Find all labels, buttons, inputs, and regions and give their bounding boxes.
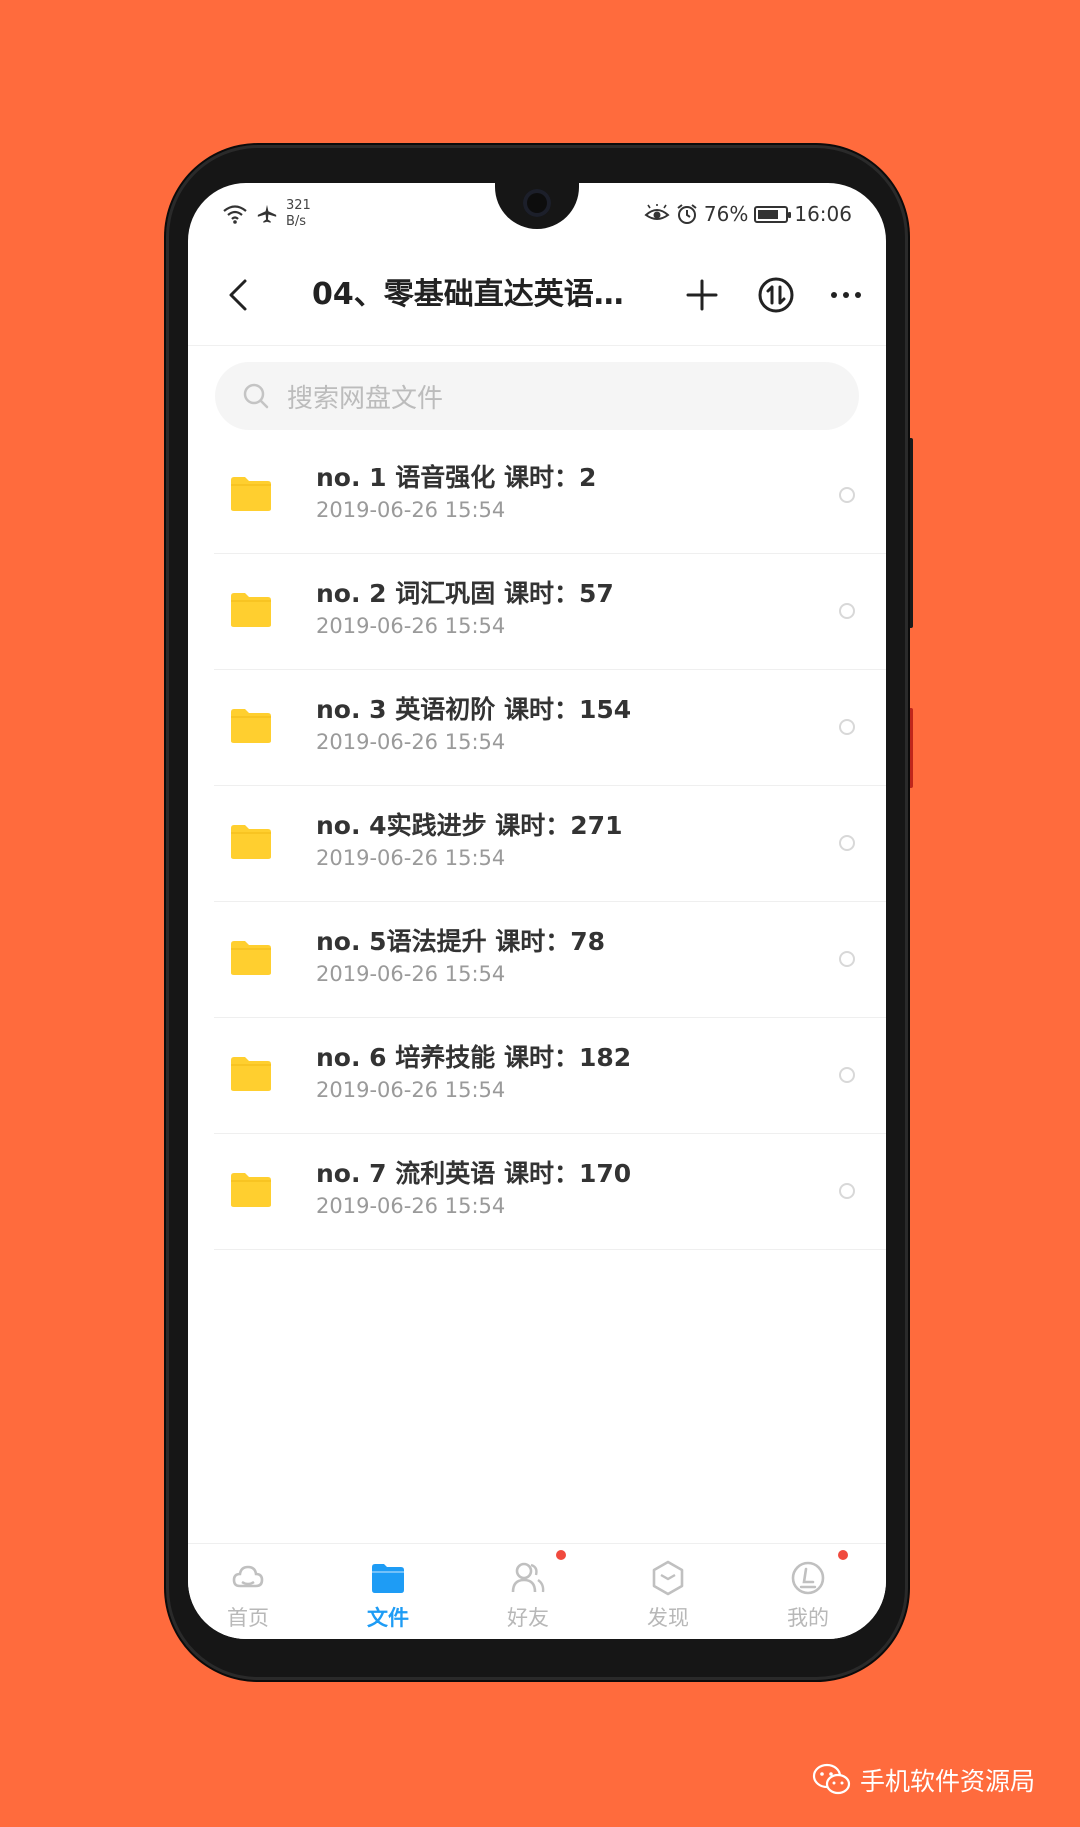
folder-icon	[231, 709, 271, 743]
folder-icon	[231, 1057, 271, 1091]
select-checkbox[interactable]	[839, 951, 855, 967]
file-name: no. 5语法提升 课时：78	[316, 927, 606, 956]
cloud-icon	[232, 1565, 264, 1588]
battery-fill	[758, 209, 779, 219]
page-title: 04、零基础直达英语六...	[312, 277, 652, 312]
tab-label: 我的	[787, 1606, 829, 1630]
file-name: no. 2 词汇巩固 课时：57	[316, 579, 614, 608]
search-placeholder: 搜索网盘文件	[287, 383, 444, 414]
wechat-icon	[812, 1763, 851, 1795]
search-icon	[243, 383, 269, 409]
folder-icon	[231, 825, 271, 859]
select-checkbox[interactable]	[839, 835, 855, 851]
select-checkbox[interactable]	[839, 1183, 855, 1199]
more-icon[interactable]	[824, 273, 868, 317]
net-speed-value: 321	[286, 198, 311, 213]
folder-icon	[231, 941, 271, 975]
header: 04、零基础直达英语六...	[188, 245, 886, 346]
select-checkbox[interactable]	[839, 603, 855, 619]
friends-icon	[511, 1562, 545, 1593]
clock: 16:06	[794, 202, 852, 226]
tab-label: 首页	[227, 1606, 269, 1630]
alarm-icon	[677, 204, 697, 224]
file-name: no. 7 流利英语 课时：170	[316, 1159, 632, 1188]
file-name: no. 1 语音强化 课时：2	[316, 463, 597, 492]
file-date: 2019-06-26 15:54	[316, 730, 506, 754]
folder-icon	[231, 477, 271, 511]
file-list: no. 1 语音强化 课时：2 2019-06-26 15:54 no. 2 词汇巩…	[188, 438, 886, 1250]
search-input[interactable]: 搜索网盘文件	[215, 362, 859, 430]
watermark-text: 手机软件资源局	[860, 1767, 1036, 1796]
file-name: no. 6 培养技能 课时：182	[316, 1043, 632, 1072]
folder-icon	[231, 1173, 271, 1207]
list-item[interactable]: no. 5语法提升 课时：78 2019-06-26 15:54	[188, 902, 886, 1018]
notification-dot	[838, 1550, 848, 1560]
transfer-icon[interactable]	[754, 273, 798, 317]
status-bar-left: 321 B/s	[222, 193, 311, 235]
back-icon[interactable]	[218, 273, 262, 317]
profile-icon	[791, 1561, 825, 1595]
battery-icon	[754, 205, 792, 223]
add-icon[interactable]	[680, 273, 724, 317]
file-date: 2019-06-26 15:54	[316, 614, 506, 638]
tab-friends[interactable]: 好友	[458, 1544, 598, 1639]
select-checkbox[interactable]	[839, 719, 855, 735]
select-checkbox[interactable]	[839, 487, 855, 503]
list-item[interactable]: no. 4实践进步 课时：271 2019-06-26 15:54	[188, 786, 886, 902]
notch	[495, 183, 579, 229]
folder-icon	[231, 593, 271, 627]
list-item[interactable]: no. 6 培养技能 课时：182 2019-06-26 15:54	[188, 1018, 886, 1134]
wifi-icon	[223, 205, 247, 224]
phone-screen: 321 B/s 76% 16:06 04、零基础直达英语六... 搜索网盘文件 …	[188, 183, 886, 1639]
folder-icon	[372, 1564, 404, 1593]
net-speed: 321 B/s	[286, 198, 311, 230]
front-camera	[523, 189, 551, 217]
file-date: 2019-06-26 15:54	[316, 498, 506, 522]
airplane-icon	[257, 204, 277, 223]
battery-percent: 76%	[703, 202, 749, 226]
eye-comfort-icon	[644, 204, 670, 220]
file-name: no. 4实践进步 课时：271	[316, 811, 623, 840]
file-date: 2019-06-26 15:54	[316, 962, 506, 986]
file-date: 2019-06-26 15:54	[316, 846, 506, 870]
tab-label: 好友	[507, 1606, 549, 1630]
tab-bar: 首页 文件 好友 发现 我的	[188, 1543, 886, 1639]
list-item[interactable]: no. 2 词汇巩固 课时：57 2019-06-26 15:54	[188, 554, 886, 670]
net-speed-unit: B/s	[286, 214, 307, 229]
status-bar-right: 76% 16:06	[644, 193, 852, 235]
tab-cloud[interactable]: 首页	[188, 1544, 318, 1639]
file-date: 2019-06-26 15:54	[316, 1194, 506, 1218]
list-item[interactable]: no. 7 流利英语 课时：170 2019-06-26 15:54	[188, 1134, 886, 1250]
tab-folder[interactable]: 文件	[318, 1544, 458, 1639]
list-item[interactable]: no. 1 语音强化 课时：2 2019-06-26 15:54	[188, 438, 886, 554]
tab-label: 文件	[367, 1606, 409, 1630]
tab-label: 发现	[647, 1606, 689, 1630]
discover-icon	[652, 1560, 684, 1596]
file-date: 2019-06-26 15:54	[316, 1078, 506, 1102]
list-item[interactable]: no. 3 英语初阶 课时：154 2019-06-26 15:54	[188, 670, 886, 786]
notification-dot	[556, 1550, 566, 1560]
select-checkbox[interactable]	[839, 1067, 855, 1083]
file-name: no. 3 英语初阶 课时：154	[316, 695, 632, 724]
tab-discover[interactable]: 发现	[598, 1544, 738, 1639]
watermark: 手机软件资源局	[812, 1762, 1035, 1798]
tab-profile[interactable]: 我的	[738, 1544, 878, 1639]
